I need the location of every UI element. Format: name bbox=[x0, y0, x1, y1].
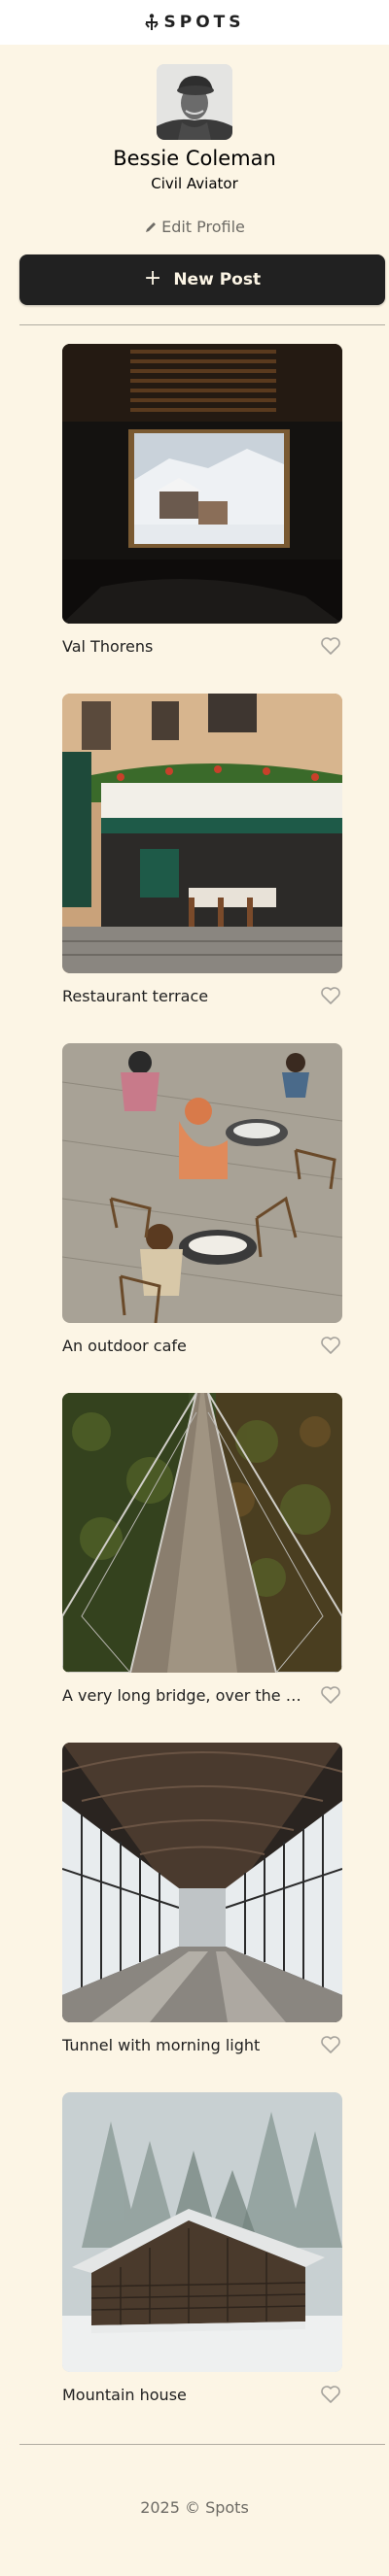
card-image[interactable] bbox=[62, 1393, 342, 1673]
card: Tunnel with morning light bbox=[62, 1743, 342, 2067]
pencil-icon bbox=[146, 221, 157, 232]
divider-top bbox=[19, 324, 385, 325]
spots-logo-icon bbox=[144, 14, 159, 30]
logo[interactable]: SPOTS bbox=[144, 13, 245, 32]
card-image-bridge bbox=[62, 1393, 342, 1673]
heart-icon[interactable] bbox=[319, 984, 342, 1007]
card-image[interactable] bbox=[62, 1743, 342, 2022]
card-image[interactable] bbox=[62, 2092, 342, 2372]
heart-icon[interactable] bbox=[319, 2033, 342, 2056]
card-title: Tunnel with morning light bbox=[62, 2035, 261, 2054]
card-image-restaurant-terrace bbox=[62, 694, 342, 973]
card-image[interactable] bbox=[62, 344, 342, 624]
heart-icon[interactable] bbox=[319, 1683, 342, 1707]
profile-name: Bessie Coleman bbox=[113, 147, 276, 170]
card-image-outdoor-cafe bbox=[62, 1043, 342, 1323]
edit-profile-button[interactable]: Edit Profile bbox=[144, 218, 245, 236]
card: Mountain house bbox=[62, 2092, 342, 2417]
card-image-val-thorens bbox=[62, 344, 342, 624]
card: An outdoor cafe bbox=[62, 1043, 342, 1368]
edit-profile-label: Edit Profile bbox=[161, 218, 245, 236]
card: A very long bridge, over the forest and … bbox=[62, 1393, 342, 1717]
plus-icon: + bbox=[143, 266, 162, 290]
card-caption: A very long bridge, over the forest and … bbox=[62, 1673, 342, 1717]
footer-text: 2025 © Spots bbox=[140, 2498, 249, 2517]
card-title: Restaurant terrace bbox=[62, 986, 209, 1005]
logo-text: SPOTS bbox=[163, 13, 245, 32]
card-image[interactable] bbox=[62, 694, 342, 973]
card-title: A very long bridge, over the forest and … bbox=[62, 1685, 305, 1705]
card-title: Mountain house bbox=[62, 2385, 187, 2404]
card-caption: Val Thorens bbox=[62, 624, 342, 668]
card-image[interactable] bbox=[62, 1043, 342, 1323]
profile-section: Bessie Coleman Civil Aviator Edit Profil… bbox=[0, 64, 389, 238]
new-post-label: New Post bbox=[173, 270, 262, 289]
card-image-tunnel bbox=[62, 1743, 342, 2022]
card-title: An outdoor cafe bbox=[62, 1336, 187, 1355]
avatar bbox=[157, 64, 232, 140]
card-caption: Tunnel with morning light bbox=[62, 2022, 342, 2067]
profile-role: Civil Aviator bbox=[151, 175, 238, 192]
card: Restaurant terrace bbox=[62, 694, 342, 1018]
card-caption: An outdoor cafe bbox=[62, 1323, 342, 1368]
avatar-image bbox=[157, 64, 232, 140]
card: Val Thorens bbox=[62, 344, 342, 668]
card-caption: Mountain house bbox=[62, 2372, 342, 2417]
card-image-mountain-house bbox=[62, 2092, 342, 2372]
site-header: SPOTS bbox=[0, 0, 389, 45]
heart-icon[interactable] bbox=[319, 634, 342, 658]
heart-icon[interactable] bbox=[319, 2383, 342, 2406]
heart-icon[interactable] bbox=[319, 1334, 342, 1357]
card-caption: Restaurant terrace bbox=[62, 973, 342, 1018]
divider-bottom bbox=[19, 2444, 385, 2445]
new-post-button[interactable]: + New Post bbox=[19, 254, 385, 305]
card-title: Val Thorens bbox=[62, 636, 154, 656]
